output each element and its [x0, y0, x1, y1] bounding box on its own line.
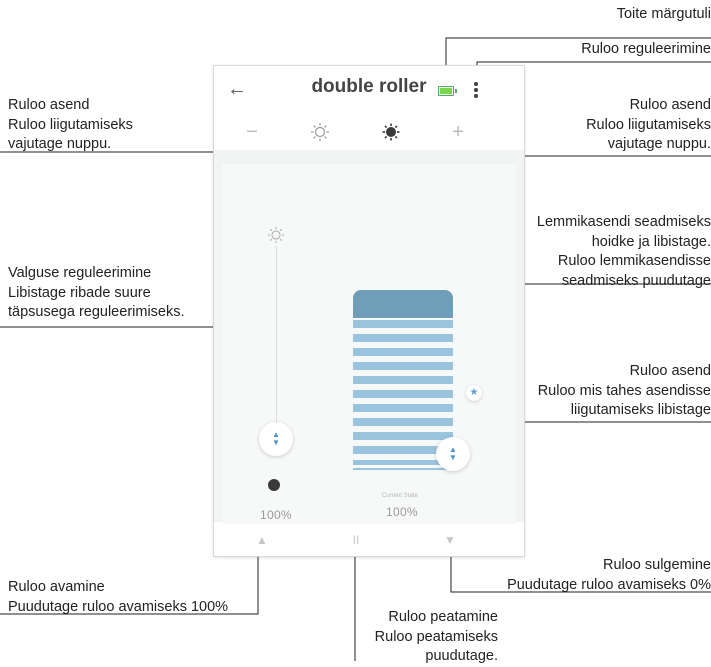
control-area: ▲ ▼ 100% ★ ▲ ▼ Current State 100% — [214, 150, 524, 524]
moon-icon[interactable] — [377, 120, 405, 144]
light-value: 100% — [260, 508, 292, 522]
triangle-down-icon[interactable]: ▼ — [436, 524, 464, 556]
star-icon[interactable]: ★ — [466, 385, 482, 401]
minus-button[interactable]: − — [238, 120, 266, 144]
app-bar: ← double roller — [214, 66, 524, 114]
more-vertical-icon[interactable] — [469, 78, 483, 102]
callout-light-adjust: Valguse reguleerimine Libistage ribade s… — [8, 265, 185, 320]
callout-roller-adjust: Ruloo reguleerimine — [581, 41, 711, 57]
triangle-up-icon[interactable]: ▲ — [248, 524, 276, 556]
light-slider-track[interactable] — [276, 246, 277, 446]
moon-icon — [268, 479, 280, 491]
current-state-label: Current State — [382, 493, 418, 499]
callout-close-roller: Ruloo sulgemine Puudutage ruloo avamisek… — [507, 557, 711, 593]
callout-favorite: Lemmikasendi seadmiseks hoidke ja libist… — [536, 214, 711, 289]
battery-icon — [438, 86, 457, 96]
roller-position-handle[interactable]: ▲ ▼ — [436, 437, 470, 471]
bottom-controls: ▲ II ▼ — [214, 524, 524, 556]
callout-position-right: Ruloo asend Ruloo liigutamiseks vajutage… — [586, 97, 711, 152]
position-toolbar: − + — [214, 114, 524, 150]
pause-button[interactable]: II — [342, 524, 370, 556]
sun-icon[interactable] — [306, 120, 334, 144]
light-slider-handle[interactable]: ▲ ▼ — [259, 422, 293, 456]
phone-screen: ← double roller − + ▲ ▼ 100% ★ ▲ ▼ Curre… — [214, 66, 524, 556]
callout-position-slide: Ruloo asend Ruloo mis tahes asendisse li… — [537, 363, 711, 418]
callout-open-roller: Ruloo avamine Puudutage ruloo avamiseks … — [8, 579, 229, 615]
callout-stop-roller: Ruloo peatamine Ruloo peatamiseks puudut… — [374, 609, 498, 664]
callout-position-left: Ruloo asend Ruloo liigutamiseks vajutage… — [8, 97, 133, 152]
roller-value: 100% — [386, 505, 418, 519]
plus-button[interactable]: + — [444, 120, 472, 144]
callout-power-indicator: Toite märgutuli — [616, 6, 711, 22]
